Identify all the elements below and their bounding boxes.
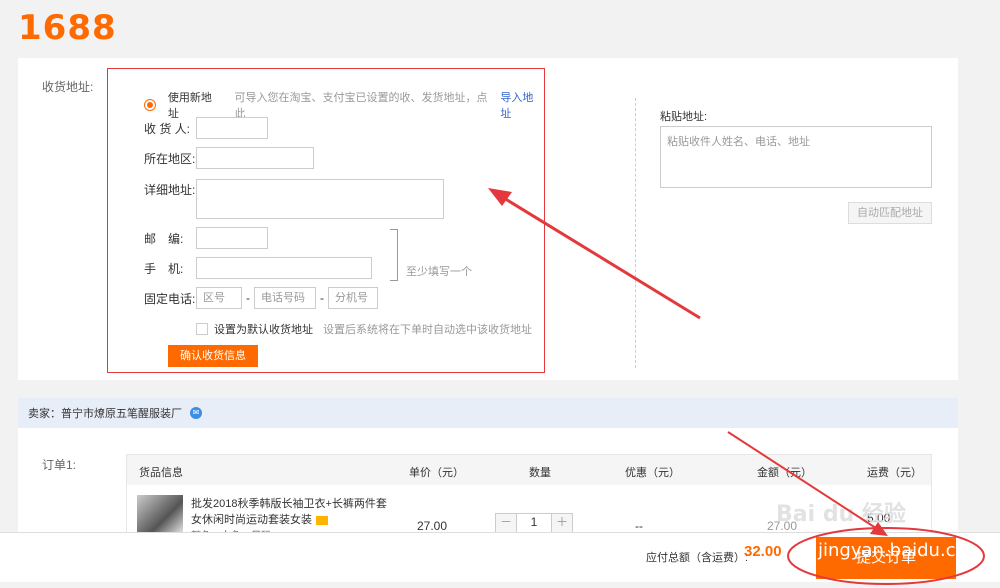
quantity-input[interactable]: 1 (516, 514, 552, 532)
address-section-label: 收货地址: (42, 80, 94, 94)
seller-name[interactable]: 卖家：普宁市燎原五笔醒服装厂 (28, 405, 182, 421)
header-quantity: 数量 (529, 467, 551, 479)
product-thumbnail[interactable] (137, 495, 183, 535)
postcode-label: 邮 编: (144, 231, 184, 246)
detail-label: 详细地址: (144, 183, 196, 197)
mobile-label: 手 机: (144, 261, 184, 276)
phone-label: 固定电话: (144, 291, 196, 306)
import-hint: 可导入您在淘宝、支付宝已设置的收、发货地址，点此 (234, 92, 488, 120)
fill-one-bracket (390, 229, 398, 281)
watermark-logo: Bai du 经验 (776, 502, 906, 527)
product-title-line2[interactable]: 女休闲时尚运动套装女装 (191, 511, 328, 527)
phone-ext-input[interactable]: 分机号 (328, 287, 378, 309)
default-address-label: 设置为默认收货地址 (214, 324, 313, 336)
address-panel: 收货地址: 使用新地址 可导入您在淘宝、支付宝已设置的收、发货地址，点此 导入地… (18, 58, 958, 380)
quantity-minus-button[interactable]: － (496, 514, 516, 532)
header-amount: 金额（元） (757, 467, 812, 479)
paste-address-textarea[interactable]: 粘贴收件人姓名、电话、地址 (660, 126, 932, 188)
phone-dash-1: - (246, 291, 250, 305)
watermark-text: jingyan.baidu.com (818, 540, 985, 561)
quantity-stepper: － 1 ＋ (495, 513, 573, 533)
unit-price: 27.00 (417, 519, 448, 533)
default-address-checkbox[interactable] (196, 323, 208, 335)
phone-number-input[interactable]: 电话号码 (254, 287, 316, 309)
phone-dash-2: - (320, 291, 324, 305)
header-discount: 优惠（元） (625, 467, 680, 479)
receiver-label: 收 货 人: (144, 121, 191, 136)
order-label: 订单1: (42, 458, 77, 472)
paste-address-label: 粘贴地址: (660, 111, 708, 123)
default-address-hint: 设置后系统将在下单时自动选中该收货地址 (323, 324, 532, 336)
discount-value: -- (635, 519, 643, 533)
total-value: 32.00 (744, 543, 782, 560)
header-shipping: 运费（元） (867, 467, 922, 479)
order-table-header: 货品信息 单价（元） 数量 优惠（元） 金额（元） 运费（元） (127, 455, 931, 485)
confirm-address-button[interactable]: 确认收货信息 (168, 345, 258, 367)
chat-icon[interactable]: ✉ (190, 407, 202, 419)
logo[interactable]: 1688 (18, 8, 117, 48)
detail-textarea[interactable] (196, 179, 444, 219)
region-label: 所在地区: (144, 151, 196, 166)
receiver-input[interactable] (196, 117, 268, 139)
phone-area-input[interactable]: 区号 (196, 287, 242, 309)
new-address-form: 使用新地址 可导入您在淘宝、支付宝已设置的收、发货地址，点此 导入地址 收 货 … (107, 68, 545, 373)
postcode-input[interactable] (196, 227, 268, 249)
quantity-plus-button[interactable]: ＋ (552, 514, 572, 532)
header-price: 单价（元） (409, 467, 464, 479)
use-new-address-radio[interactable] (144, 99, 156, 111)
mobile-input[interactable] (196, 257, 372, 279)
auto-match-button[interactable]: 自动匹配地址 (848, 202, 932, 224)
fill-one-hint: 至少填写一个 (406, 266, 472, 278)
product-title[interactable]: 批发2018秋季韩版长袖卫衣+长裤两件套 (191, 495, 387, 511)
import-address-link[interactable]: 导入地址 (500, 89, 544, 121)
header-goods: 货品信息 (139, 467, 183, 479)
badge-icon (316, 515, 328, 525)
region-select[interactable] (196, 147, 314, 169)
total-label: 应付总额（含运费）: (646, 552, 749, 564)
seller-bar: 卖家：普宁市燎原五笔醒服装厂 ✉ (18, 398, 958, 428)
panel-divider (635, 98, 636, 368)
